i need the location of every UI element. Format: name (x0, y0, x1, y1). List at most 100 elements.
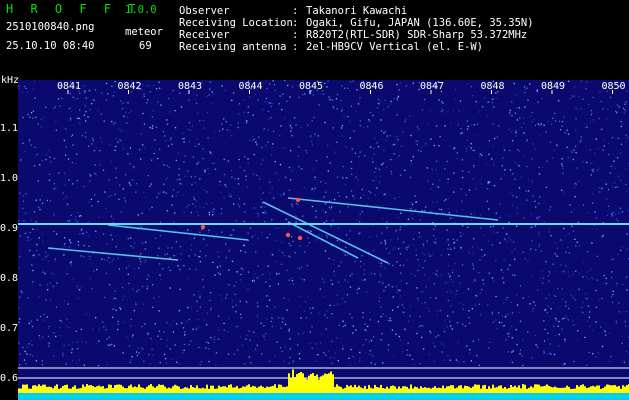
level-bar (384, 388, 386, 393)
noise-pixel (406, 248, 408, 251)
noise-pixel (562, 318, 564, 320)
noise-pixel (47, 260, 50, 262)
noise-pixel (359, 266, 361, 268)
noise-pixel (562, 172, 564, 174)
noise-pixel (284, 117, 286, 119)
level-bar (366, 388, 368, 393)
noise-pixel (288, 279, 290, 281)
noise-pixel (594, 152, 596, 154)
noise-pixel (455, 210, 458, 212)
level-bar (232, 387, 234, 393)
noise-pixel (247, 162, 249, 164)
level-bar (60, 387, 62, 393)
noise-pixel (531, 111, 533, 114)
noise-pixel (573, 95, 575, 97)
noise-pixel (30, 144, 32, 146)
noise-pixel (614, 167, 616, 169)
noise-pixel (154, 139, 156, 141)
level-bar (414, 386, 416, 393)
noise-pixel (199, 120, 201, 122)
noise-pixel (257, 212, 259, 215)
level-bar (464, 385, 466, 393)
noise-pixel (28, 141, 30, 143)
noise-pixel (256, 144, 258, 146)
noise-pixel (575, 270, 577, 272)
noise-pixel (112, 123, 115, 125)
noise-pixel (175, 241, 178, 243)
noise-pixel (447, 273, 450, 275)
level-bar (404, 386, 406, 393)
noise-pixel (443, 200, 446, 202)
noise-pixel (434, 225, 436, 227)
noise-pixel (385, 139, 387, 142)
noise-pixel (595, 138, 597, 140)
noise-pixel (191, 244, 193, 246)
noise-pixel (424, 301, 426, 304)
noise-pixel (410, 160, 412, 162)
noise-pixel (578, 272, 580, 274)
noise-pixel (43, 319, 45, 321)
noise-pixel (19, 192, 21, 194)
level-bar (338, 386, 340, 393)
noise-pixel (420, 146, 423, 148)
noise-pixel (75, 216, 77, 218)
noise-pixel (140, 133, 142, 135)
noise-pixel (121, 287, 124, 289)
noise-pixel (49, 156, 51, 158)
noise-pixel (423, 245, 425, 247)
level-bar (94, 387, 96, 393)
noise-pixel (544, 309, 546, 312)
noise-pixel (580, 139, 582, 141)
level-bar (302, 373, 304, 393)
level-bar (476, 384, 478, 393)
noise-pixel (558, 333, 560, 336)
noise-pixel (122, 188, 124, 190)
noise-pixel (575, 152, 577, 154)
level-bar (154, 387, 156, 393)
level-bar (18, 388, 20, 393)
noise-pixel (493, 123, 495, 125)
noise-pixel (559, 239, 562, 241)
noise-pixel (258, 276, 260, 278)
noise-pixel (103, 120, 105, 122)
noise-pixel (96, 147, 98, 149)
noise-pixel (565, 305, 567, 307)
noise-pixel (255, 251, 257, 253)
noise-pixel (330, 279, 332, 281)
noise-pixel (461, 159, 463, 161)
noise-pixel (267, 110, 269, 112)
noise-pixel (538, 244, 541, 246)
noise-pixel (588, 316, 590, 318)
noise-pixel (524, 88, 527, 91)
noise-pixel (281, 350, 283, 352)
noise-pixel (164, 253, 166, 255)
noise-pixel (612, 186, 614, 188)
noise-pixel (525, 141, 527, 143)
noise-pixel (63, 198, 65, 200)
noise-pixel (31, 264, 33, 266)
noise-pixel (380, 315, 382, 318)
y-axis-label: kHz (1, 75, 20, 86)
noise-pixel (378, 181, 380, 183)
level-bar (310, 374, 312, 393)
noise-pixel (239, 166, 241, 168)
noise-pixel (342, 325, 344, 328)
noise-pixel (330, 206, 333, 208)
noise-pixel (19, 235, 21, 237)
noise-pixel (428, 310, 430, 312)
noise-pixel (63, 183, 66, 185)
noise-pixel (566, 146, 568, 148)
noise-pixel (329, 304, 331, 306)
level-bar (430, 388, 432, 393)
noise-pixel (111, 161, 113, 163)
level-bar (164, 386, 166, 393)
noise-pixel (543, 350, 545, 352)
noise-pixel (479, 214, 482, 216)
noise-pixel (370, 146, 372, 148)
noise-pixel (582, 204, 585, 206)
noise-pixel (197, 161, 200, 163)
noise-pixel (554, 111, 556, 113)
noise-pixel (621, 342, 623, 345)
noise-pixel (495, 295, 497, 298)
noise-pixel (151, 127, 153, 129)
